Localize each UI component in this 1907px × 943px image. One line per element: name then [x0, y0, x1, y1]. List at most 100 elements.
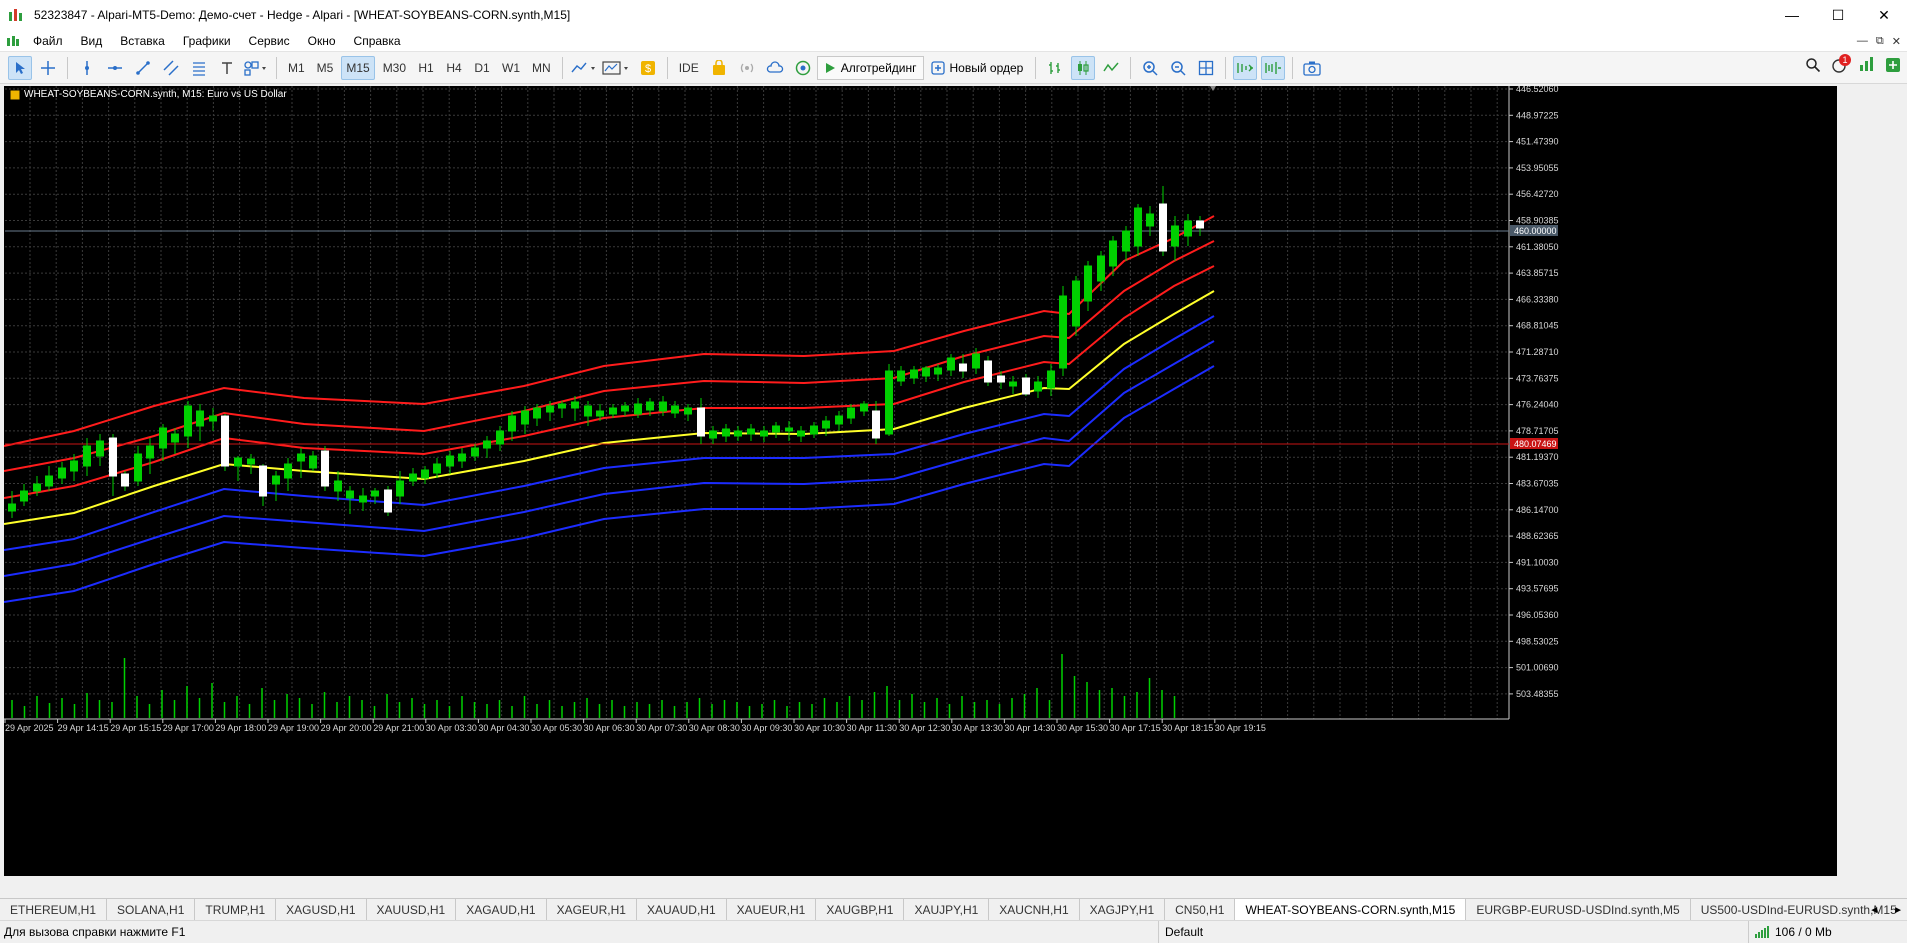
- cursor-tool-button[interactable]: [8, 55, 32, 80]
- timeframe-w1-button[interactable]: W1: [498, 56, 524, 80]
- mdi-minimize-button[interactable]: —: [1857, 35, 1868, 47]
- candle-bullish: [371, 490, 379, 497]
- timeframe-mn-button[interactable]: MN: [528, 56, 555, 80]
- price-tick-label: 486.14700: [1516, 505, 1559, 515]
- tile-windows-button[interactable]: [1194, 56, 1218, 80]
- timeframe-h4-button[interactable]: H4: [442, 56, 466, 80]
- timeframe-m15-button[interactable]: M15: [341, 55, 375, 80]
- shopping-bag-button[interactable]: [707, 56, 731, 80]
- candle-bearish: [384, 489, 392, 513]
- community-button[interactable]: [791, 56, 815, 80]
- tab-xagjpy[interactable]: XAGJPY,H1: [1080, 899, 1166, 920]
- text-tool-button[interactable]: [215, 56, 239, 80]
- tab-cn50[interactable]: CN50,H1: [1165, 899, 1236, 920]
- zoom-in-icon: [1143, 60, 1158, 76]
- candlestick-icon: [1078, 60, 1089, 75]
- trendline-tool-button[interactable]: [131, 56, 155, 80]
- zoom-out-button[interactable]: [1166, 56, 1190, 80]
- menu-tools[interactable]: Сервис: [240, 34, 299, 48]
- timeframe-h1-button[interactable]: H1: [414, 56, 438, 80]
- candle-bullish: [58, 467, 66, 479]
- maximize-button[interactable]: ☐: [1815, 0, 1861, 30]
- signal-level-icon[interactable]: [1859, 56, 1875, 74]
- candle-bearish: [959, 363, 967, 372]
- timeframe-m1-button[interactable]: M1: [284, 56, 309, 80]
- timeframe-m30-button[interactable]: M30: [379, 56, 410, 80]
- menu-file[interactable]: Файл: [24, 34, 72, 48]
- candlestick-chart-button[interactable]: [1071, 55, 1096, 80]
- tab-ethereum[interactable]: ETHEREUM,H1: [0, 899, 108, 920]
- tab-eurgbp-eurusd-usdind[interactable]: EURGBP-EURUSD-USDInd.synth,M5: [1466, 899, 1691, 920]
- line-chart-icon: [1103, 62, 1119, 71]
- mdi-close-button[interactable]: ✕: [1892, 35, 1901, 48]
- time-tick-label: 30 Apr 07:30: [636, 723, 687, 733]
- search-icon[interactable]: [1805, 57, 1821, 73]
- menu-view[interactable]: Вид: [72, 34, 112, 48]
- tab-xaugbp[interactable]: XAUGBP,H1: [816, 899, 905, 920]
- templates-button[interactable]: [602, 56, 632, 80]
- line-chart-button[interactable]: [1099, 56, 1123, 80]
- tab-xagaud[interactable]: XAGAUD,H1: [456, 899, 547, 920]
- price-chart[interactable]: 446.52060 448.97225 451.47390 453.95055 456.…: [4, 86, 1837, 876]
- minimize-button[interactable]: —: [1769, 0, 1815, 30]
- shapes-icon: [244, 60, 266, 76]
- channel-tool-button[interactable]: [159, 56, 183, 80]
- close-button[interactable]: ✕: [1861, 0, 1907, 30]
- candle-bullish: [508, 415, 516, 432]
- tab-xaueur[interactable]: XAUEUR,H1: [727, 899, 817, 920]
- zoom-out-icon: [1171, 60, 1186, 76]
- tabs-scroll-left-button[interactable]: ◄: [1869, 905, 1879, 916]
- ide-button[interactable]: IDE: [675, 56, 703, 80]
- zoom-in-button[interactable]: [1138, 56, 1162, 80]
- menu-charts[interactable]: Графики: [174, 34, 240, 48]
- chart-shift-button[interactable]: [1261, 55, 1286, 80]
- horizontal-line-tool-button[interactable]: [103, 56, 127, 80]
- timeframe-d1-button[interactable]: D1: [470, 56, 494, 80]
- price-tick-label: 483.67035: [1516, 479, 1559, 489]
- status-connection[interactable]: 106 / 0 Mb: [1748, 920, 1832, 943]
- autoscroll-button[interactable]: [1233, 55, 1258, 80]
- candle-bullish: [810, 425, 818, 435]
- tab-wheat-soybeans-corn[interactable]: WHEAT-SOYBEANS-CORN.synth,M15: [1235, 899, 1467, 920]
- autoscroll-icon: [1237, 62, 1254, 73]
- tab-solana[interactable]: SOLANA,H1: [107, 899, 196, 920]
- shapes-tool-button[interactable]: [243, 56, 269, 80]
- tab-xagusd[interactable]: XAGUSD,H1: [276, 899, 367, 920]
- fibonacci-tool-button[interactable]: [187, 56, 211, 80]
- signals-button[interactable]: [735, 56, 759, 80]
- time-tick-label: 30 Apr 18:15: [1162, 723, 1213, 733]
- timeframe-m5-button[interactable]: M5: [313, 56, 338, 80]
- candle-bullish: [20, 490, 28, 502]
- indicators-button[interactable]: [570, 56, 598, 80]
- tab-xaucnh[interactable]: XAUCNH,H1: [989, 899, 1080, 920]
- vertical-line-tool-button[interactable]: [75, 56, 99, 80]
- tab-xauusd[interactable]: XAUUSD,H1: [367, 899, 457, 920]
- tab-trump[interactable]: TRUMP,H1: [195, 899, 277, 920]
- menu-help[interactable]: Справка: [345, 34, 410, 48]
- notifications-button[interactable]: 1: [1831, 54, 1851, 74]
- tab-xaujpy[interactable]: XAUJPY,H1: [904, 899, 990, 920]
- algotrading-button[interactable]: Алготрейдинг: [816, 55, 924, 80]
- mdi-restore-button[interactable]: ⧉: [1876, 35, 1884, 48]
- chart-window-icon[interactable]: [6, 35, 20, 47]
- candle-bearish: [121, 473, 129, 487]
- candle-bullish: [797, 430, 805, 437]
- market-button[interactable]: $: [636, 56, 660, 80]
- bar-chart-button[interactable]: [1043, 56, 1067, 80]
- profile-icon[interactable]: [1885, 57, 1901, 73]
- menu-insert[interactable]: Вставка: [111, 34, 174, 48]
- candle-bearish: [872, 410, 880, 439]
- chart-window[interactable]: 446.52060 448.97225 451.47390 453.95055 456.…: [4, 86, 1837, 876]
- tab-xauaud[interactable]: XAUAUD,H1: [637, 899, 727, 920]
- tab-xageur[interactable]: XAGEUR,H1: [547, 899, 637, 920]
- status-profile[interactable]: Default: [1158, 920, 1203, 943]
- screenshot-button[interactable]: [1300, 56, 1324, 80]
- price-tick-label: 473.76375: [1516, 373, 1559, 383]
- menu-window[interactable]: Окно: [299, 34, 345, 48]
- candle-bearish: [984, 360, 992, 383]
- crosshair-tool-button[interactable]: [36, 56, 60, 80]
- tabs-scroll-right-button[interactable]: ►: [1893, 905, 1903, 916]
- new-order-button[interactable]: Новый ордер: [924, 56, 1031, 80]
- vps-button[interactable]: [763, 56, 787, 80]
- cursor-icon: [16, 61, 25, 74]
